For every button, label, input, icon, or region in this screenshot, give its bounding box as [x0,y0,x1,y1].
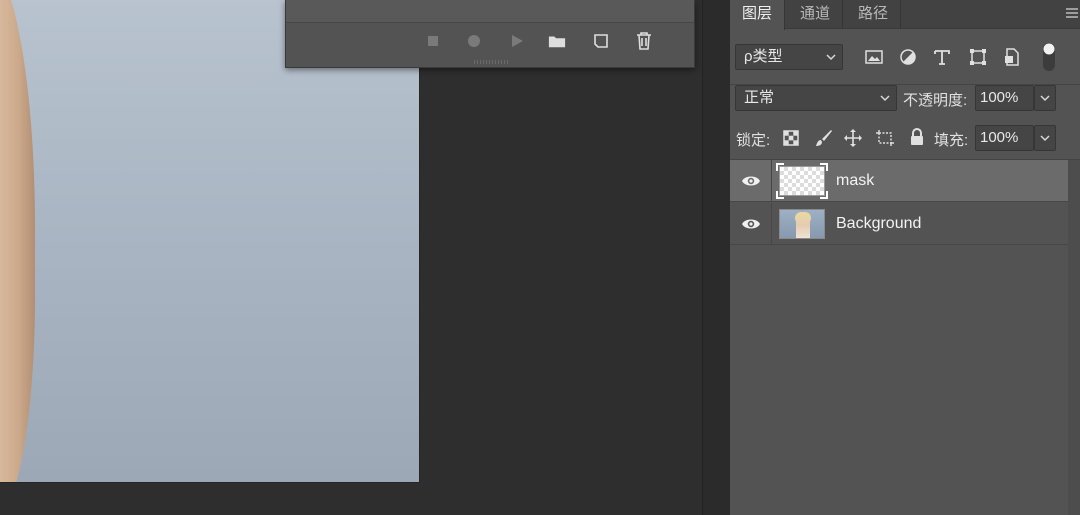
actions-resize-grip[interactable] [474,60,508,64]
stop-icon[interactable] [424,32,442,50]
lock-label: 锁定: [736,132,771,149]
layers-scrollbar[interactable] [1068,160,1080,515]
filter-toggle-icon[interactable] [1039,41,1059,73]
actions-panel [285,0,695,68]
eye-icon [742,219,760,229]
tab-layers[interactable]: 图层 [730,0,786,30]
lock-transparent-icon[interactable] [781,128,801,148]
tab-channels[interactable]: 通道 [788,0,844,29]
transparent-thumbnail [779,166,825,196]
layer-row-mask[interactable]: mask [730,160,1068,202]
layer-kind-filter-label: ρ类型 [744,48,783,65]
layer-kind-filter-select[interactable]: ρ类型 [735,44,843,70]
fill-input[interactable]: 100% [975,125,1034,151]
eye-icon [742,176,760,186]
lock-row: 锁定: 填充: 100% [730,123,1080,159]
document-canvas[interactable] [0,0,420,483]
new-action-icon[interactable] [592,32,610,50]
lock-paint-icon[interactable] [814,128,834,148]
document-workspace[interactable] [0,0,702,515]
photo-subject-arm [0,0,35,482]
chevron-down-icon [1040,135,1050,142]
panel-menu-icon[interactable] [1064,6,1080,20]
layers-panel: 图层 通道 路径 ρ类型 正常 不透明度: 100% 锁定: 填充: 100% … [730,0,1080,515]
trash-icon[interactable] [635,32,653,50]
folder-icon[interactable] [548,32,566,50]
visibility-toggle[interactable] [730,203,772,245]
shape-filter-icon[interactable] [968,47,988,67]
actions-list-area[interactable] [286,0,694,23]
selection-corner [820,191,828,199]
photo-thumbnail [779,209,825,239]
chevron-down-icon [826,54,836,61]
chevron-down-icon [880,95,890,102]
selection-corner [776,191,784,199]
blend-mode-select[interactable]: 正常 [735,85,897,111]
lock-move-icon[interactable] [843,128,863,148]
panel-tab-bar: 图层 通道 路径 [730,0,1080,30]
layer-thumbnail[interactable] [779,209,825,239]
chevron-down-icon [1040,95,1050,102]
lock-artboard-icon[interactable] [875,128,895,148]
selection-corner [776,163,784,171]
play-icon[interactable] [508,32,526,50]
opacity-input[interactable]: 100% [975,85,1034,111]
opacity-dropdown-button[interactable] [1034,85,1056,111]
lock-all-icon[interactable] [907,127,927,147]
tab-paths[interactable]: 路径 [846,0,902,29]
layer-filter-row: ρ类型 [730,29,1080,85]
layer-name[interactable]: mask [836,172,874,190]
opacity-label: 不透明度: [903,92,968,109]
fill-label: 填充: [934,132,969,149]
layer-name[interactable]: Background [836,215,921,233]
selection-corner [820,163,828,171]
thumbnail-figure [796,215,810,238]
layer-row-background[interactable]: Background [730,203,1068,245]
image-filter-icon[interactable] [864,47,884,67]
visibility-toggle[interactable] [730,160,772,202]
blend-mode-value: 正常 [744,89,775,106]
smart-object-filter-icon[interactable] [1002,47,1022,67]
adjustment-filter-icon[interactable] [898,47,918,67]
layer-thumbnail[interactable] [776,163,828,199]
blend-mode-row: 正常 不透明度: 100% [730,85,1080,123]
type-filter-icon[interactable] [932,47,952,67]
panel-dock-divider[interactable] [702,0,730,515]
actions-toolbar [286,24,694,58]
fill-dropdown-button[interactable] [1034,125,1056,151]
record-icon[interactable] [465,32,483,50]
